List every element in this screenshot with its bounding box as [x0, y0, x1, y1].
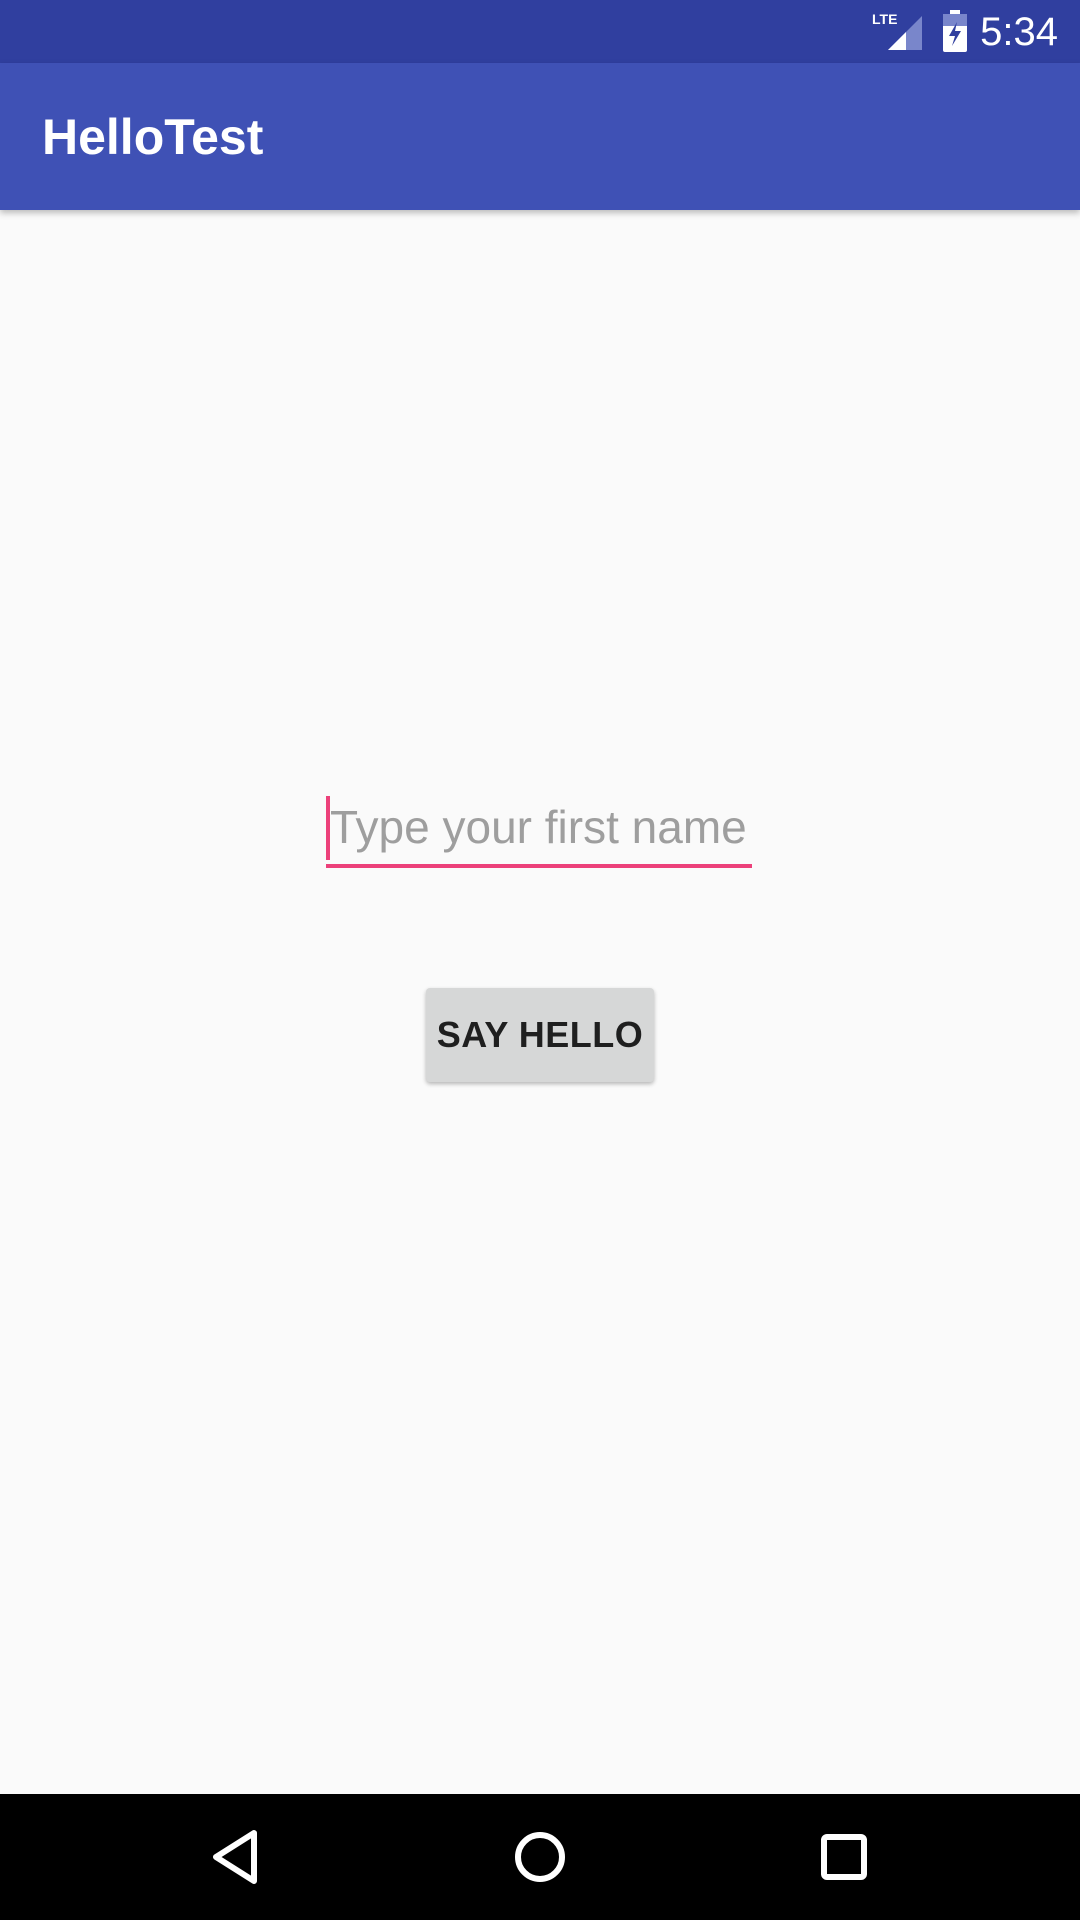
status-time: 5:34 [980, 10, 1058, 54]
first-name-input[interactable] [326, 794, 752, 860]
status-bar: LTE 5:34 [0, 0, 1080, 63]
lte-signal-icon: LTE [872, 11, 922, 50]
battery-charging-icon [943, 10, 967, 52]
screen: LTE 5:34 HelloTest SAY HELLO [0, 0, 1080, 1920]
app-bar: HelloTest [0, 63, 1080, 210]
network-label: LTE [872, 11, 897, 27]
name-input-container [326, 794, 752, 870]
navigation-bar [0, 1794, 1080, 1920]
app-title: HelloTest [42, 109, 264, 165]
home-icon[interactable] [504, 1821, 576, 1893]
recents-icon[interactable] [808, 1821, 880, 1893]
text-cursor [326, 796, 330, 860]
input-underline [326, 864, 752, 868]
back-icon[interactable] [200, 1821, 272, 1893]
say-hello-button[interactable]: SAY HELLO [426, 988, 654, 1082]
